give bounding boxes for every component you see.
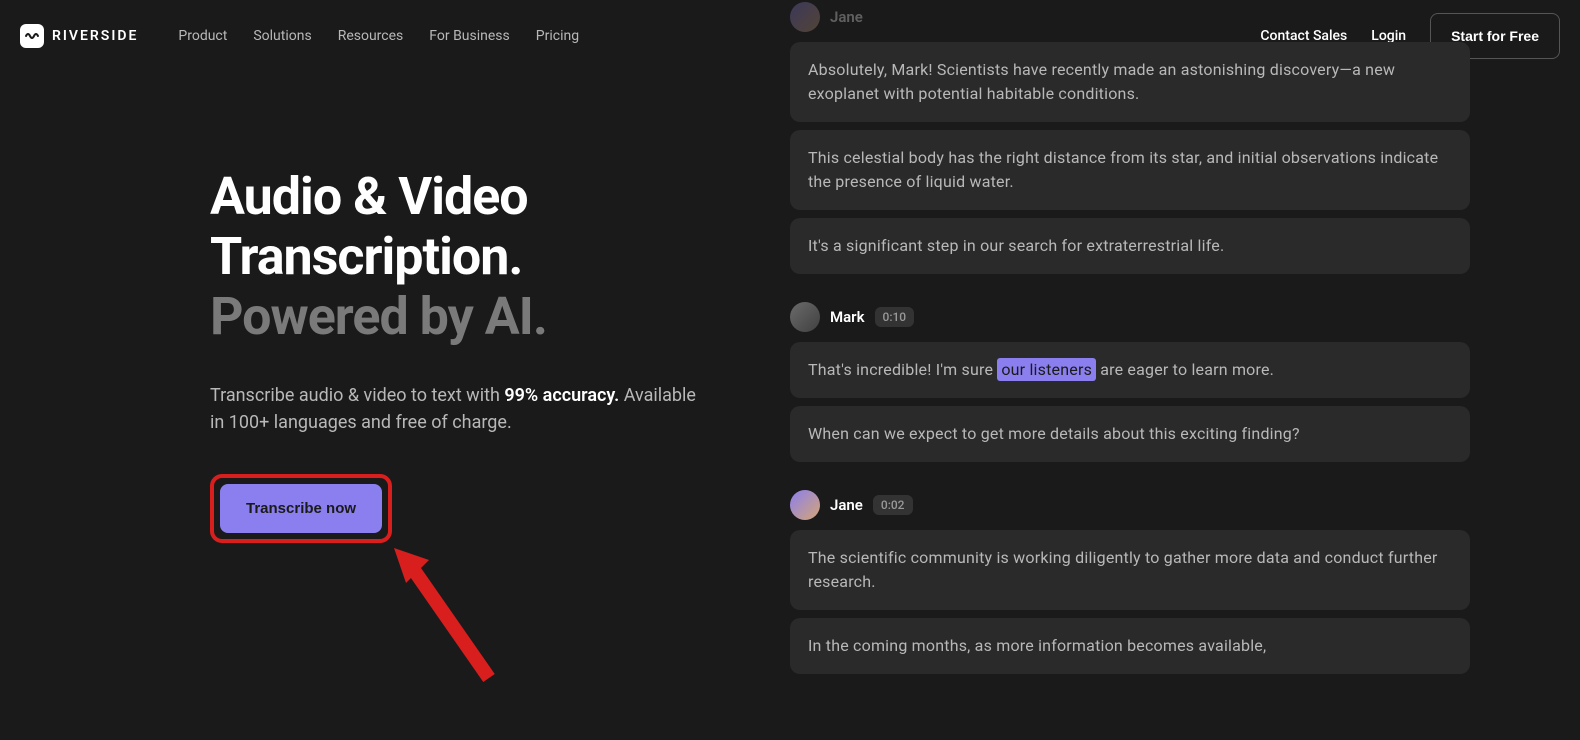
- speaker-block-jane-1: Jane Absolutely, Mark! Scientists have r…: [790, 2, 1470, 274]
- hero-section: Audio & Video Transcription. Powered by …: [210, 72, 710, 740]
- transcript-line[interactable]: Absolutely, Mark! Scientists have recent…: [790, 42, 1470, 122]
- speaker-name: Mark: [830, 308, 865, 326]
- speaker-header: Jane 0:02: [790, 490, 1470, 520]
- speaker-name: Jane: [830, 496, 863, 514]
- avatar-jane: [790, 2, 820, 32]
- header-left: RIVERSIDE Product Solutions Resources Fo…: [20, 24, 579, 48]
- speaker-header: Jane: [790, 2, 1470, 32]
- speaker-name: Jane: [830, 8, 863, 26]
- hero-title: Audio & Video Transcription. Powered by …: [210, 167, 710, 346]
- highlighted-text[interactable]: our listeners: [997, 358, 1096, 381]
- hero-title-line1: Audio & Video Transcription.: [210, 166, 528, 287]
- logo-icon: [20, 24, 44, 48]
- avatar-jane: [790, 490, 820, 520]
- speaker-block-jane-2: Jane 0:02 The scientific community is wo…: [790, 490, 1470, 674]
- nav-item-pricing[interactable]: Pricing: [536, 28, 579, 44]
- speaker-block-mark: Mark 0:10 That's incredible! I'm sure ou…: [790, 302, 1470, 462]
- speaker-header: Mark 0:10: [790, 302, 1470, 332]
- transcript-line[interactable]: It's a significant step in our search fo…: [790, 218, 1470, 274]
- nav-item-resources[interactable]: Resources: [338, 28, 404, 44]
- avatar-mark: [790, 302, 820, 332]
- time-badge: 0:02: [873, 495, 913, 515]
- main-content: Audio & Video Transcription. Powered by …: [0, 72, 1580, 740]
- transcript-line[interactable]: That's incredible! I'm sure our listener…: [790, 342, 1470, 398]
- transcript-line[interactable]: In the coming months, as more informatio…: [790, 618, 1470, 674]
- logo[interactable]: RIVERSIDE: [20, 24, 138, 48]
- transcript-line[interactable]: This celestial body has the right distan…: [790, 130, 1470, 210]
- nav-item-for-business[interactable]: For Business: [429, 28, 509, 44]
- nav-item-product[interactable]: Product: [178, 28, 227, 44]
- hero-title-line2: Powered by AI.: [210, 286, 547, 347]
- transcribe-now-button[interactable]: Transcribe now: [220, 484, 382, 533]
- logo-text: RIVERSIDE: [52, 28, 138, 44]
- transcript-line[interactable]: When can we expect to get more details a…: [790, 406, 1470, 462]
- annotation-highlight: Transcribe now: [210, 474, 392, 543]
- hero-subtitle: Transcribe audio & video to text with 99…: [210, 382, 710, 436]
- nav-item-solutions[interactable]: Solutions: [253, 28, 311, 44]
- nav-menu: Product Solutions Resources For Business…: [178, 28, 579, 44]
- transcript-container: Jane Absolutely, Mark! Scientists have r…: [790, 2, 1470, 702]
- transcript-line[interactable]: The scientific community is working dili…: [790, 530, 1470, 610]
- arrow-annotation-icon: [394, 548, 514, 688]
- time-badge: 0:10: [875, 307, 915, 327]
- transcript-panel: Jane Absolutely, Mark! Scientists have r…: [790, 72, 1580, 740]
